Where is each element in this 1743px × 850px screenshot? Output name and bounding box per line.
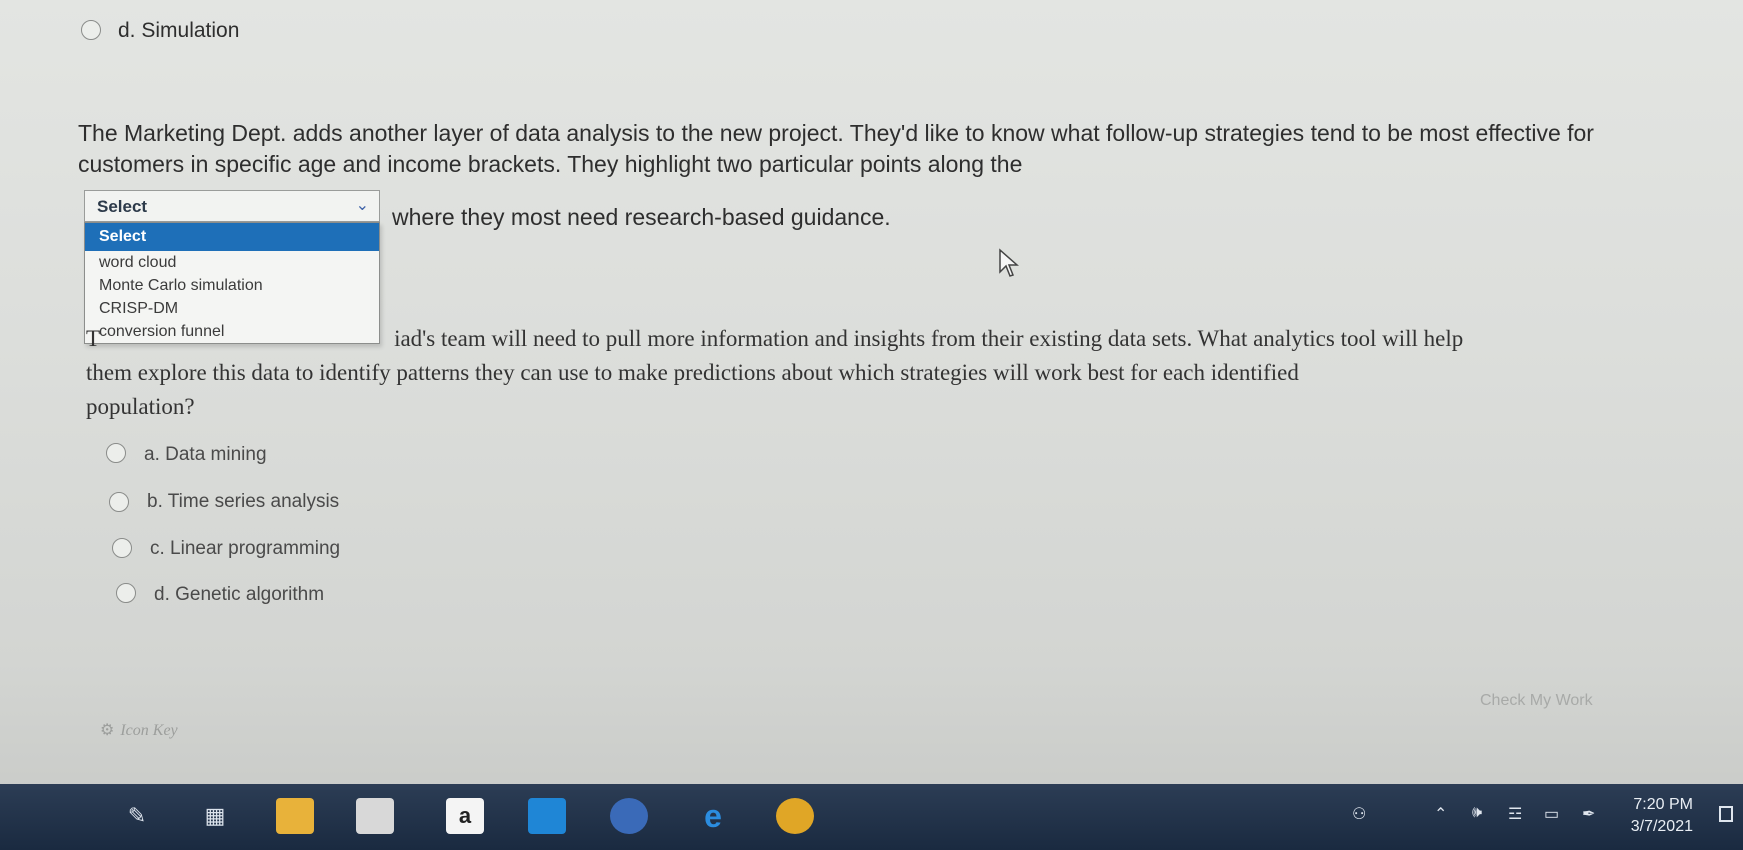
file-explorer-icon[interactable]	[276, 798, 314, 834]
question1-after-select: where they most need research-based guid…	[392, 204, 891, 230]
clock[interactable]: 7:20 PM 3/7/2021	[1631, 794, 1693, 838]
question1-select[interactable]: Select ⌄	[84, 190, 380, 222]
chevron-down-icon: ⌄	[355, 197, 369, 214]
icon-key-label: Icon Key	[120, 722, 178, 739]
radio-option-b[interactable]	[109, 492, 129, 512]
amazon-icon[interactable]: a	[446, 798, 484, 834]
clock-time: 7:20 PM	[1633, 796, 1693, 813]
check-my-work-button[interactable]: Check My Work	[1480, 692, 1593, 710]
screen: d. Simulation The Marketing Dept. adds a…	[0, 0, 1743, 850]
volume-icon[interactable]: 🕪	[1472, 804, 1482, 822]
radio-prev-d[interactable]	[81, 20, 101, 40]
battery-icon[interactable]: ▭	[1544, 804, 1559, 824]
taskbar: ✎ ▦ a e ⚇ ⌃ 🕪 ☲ ▭ ✒ 7:20 PM 3/7/2021	[0, 784, 1743, 850]
mail-icon[interactable]	[528, 798, 566, 834]
dropdown-option-word-cloud[interactable]: word cloud	[85, 251, 379, 274]
radio-option-d[interactable]	[116, 583, 136, 603]
chrome-icon[interactable]	[776, 798, 814, 834]
notifications-icon[interactable]	[1719, 806, 1733, 822]
pen-icon[interactable]: ✒	[1582, 804, 1595, 824]
dropdown-option-crisp-dm[interactable]: CRISP-DM	[85, 297, 379, 320]
clock-date: 3/7/2021	[1630, 818, 1693, 835]
question2-line3: population?	[86, 394, 195, 419]
question2-line2: them explore this data to identify patte…	[86, 360, 1299, 385]
photos-icon[interactable]	[610, 798, 648, 834]
option-d-label: d. Genetic algorithm	[154, 584, 325, 605]
mouse-cursor-icon	[999, 248, 1019, 277]
chevron-up-icon[interactable]: ⌃	[1434, 804, 1447, 824]
option-c-label: c. Linear programming	[150, 538, 341, 559]
option-a-label: a. Data mining	[144, 444, 267, 465]
question2-line1: iad's team will need to pull more inform…	[394, 326, 1464, 351]
edge-icon[interactable]: e	[694, 798, 732, 834]
question1-text: The Marketing Dept. adds another layer o…	[78, 120, 1594, 177]
task-view-icon[interactable]: ▦	[196, 798, 234, 834]
radio-option-c[interactable]	[112, 538, 132, 558]
key-icon: ⚙	[100, 722, 115, 739]
question2-lead: T	[86, 326, 101, 351]
icon-key-link[interactable]: ⚙ Icon Key	[100, 720, 178, 740]
prev-option-d-label: d. Simulation	[118, 19, 240, 42]
wifi-icon[interactable]: ☲	[1508, 804, 1522, 824]
dropdown-option-monte-carlo[interactable]: Monte Carlo simulation	[85, 274, 379, 297]
people-icon[interactable]: ⚇	[1352, 804, 1366, 824]
dropdown-option-select[interactable]: Select	[85, 223, 379, 251]
option-b-label: b. Time series analysis	[147, 491, 340, 512]
store-icon[interactable]	[356, 798, 394, 834]
question2-text: Tiad's team will need to pull more infor…	[86, 322, 1686, 424]
windows-ink-icon[interactable]: ✎	[118, 798, 156, 834]
select-value: Select	[97, 197, 148, 216]
radio-option-a[interactable]	[106, 443, 126, 463]
